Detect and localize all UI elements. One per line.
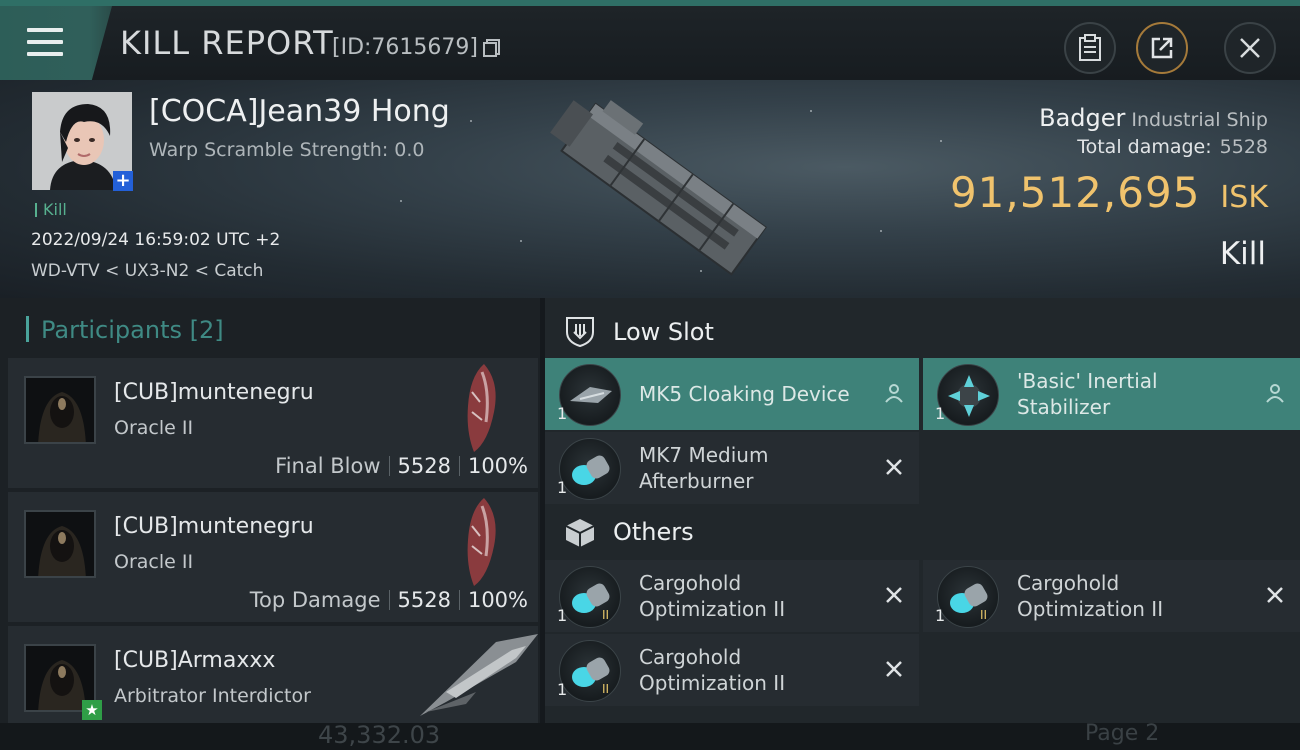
clipboard-icon (1079, 34, 1101, 61)
module-name: Cargohold Optimization II (639, 645, 786, 695)
participants-header: Participants [2] (26, 316, 224, 344)
participant-row[interactable]: ★ [CUB]Armaxxx Arbitrator Interdictor (8, 626, 538, 723)
participant-percent: 100% (467, 454, 528, 478)
svg-text:II: II (980, 608, 987, 622)
isk-value: 91,512,695 (949, 168, 1201, 217)
kill-location: WD-VTV < UX3-N2 < Catch (31, 261, 264, 281)
copy-icon[interactable] (482, 38, 502, 58)
total-damage: Total damage: 5528 (1077, 136, 1268, 158)
participant-ship-image (467, 498, 496, 586)
background-page: Page 2 (1085, 721, 1160, 746)
cargo-box-icon (565, 519, 595, 547)
kill-datetime: 2022/09/24 16:59:02 UTC +2 (31, 230, 281, 250)
module-quantity: 1 (557, 606, 568, 625)
share-button[interactable] (1136, 22, 1188, 74)
participant-role: Top Damage (249, 588, 381, 612)
victim-name[interactable]: [COCA]Jean39 Hong (149, 94, 450, 129)
module-quantity: 1 (557, 478, 568, 497)
title-bar: KILL REPORT [ID:7615679] (0, 0, 1300, 80)
afterburner-icon (559, 438, 621, 500)
participant-stats: Final Blow 5528 100% (275, 454, 528, 478)
background-list-strip: 43,332.03 Page 2 (0, 721, 1300, 750)
share-icon (1151, 37, 1173, 59)
star-badge-icon: ★ (82, 700, 102, 720)
person-icon (1266, 384, 1284, 403)
module-quantity: 1 (935, 404, 946, 423)
close-button[interactable] (1224, 22, 1276, 74)
victim-ship-class: Industrial Ship (1131, 109, 1268, 131)
participant-damage: 5528 (397, 588, 451, 612)
cargohold-optimization-icon: II (559, 566, 621, 628)
low-slot-icon (566, 317, 594, 348)
destroyed-icon (886, 459, 902, 475)
participant-name: [CUB]Armaxxx (114, 648, 276, 673)
participants-panel: Participants [2] [CUB]muntenegru Oracle … (0, 298, 540, 723)
fitting-panel: Low Slot 1 MK5 Cloaking Device 1 'Basic'… (545, 298, 1300, 723)
close-icon (1240, 38, 1260, 58)
inertial-stabilizer-icon (937, 364, 999, 426)
isk-unit: ISK (1220, 180, 1268, 215)
module-slot[interactable]: II 1 Cargohold Optimization II (545, 634, 919, 706)
warp-scramble-strength: Warp Scramble Strength: 0.0 (149, 139, 425, 161)
victim-ship-name[interactable]: Badger (1039, 104, 1125, 132)
participant-avatar (24, 510, 96, 578)
module-name: MK5 Cloaking Device (639, 382, 850, 406)
victim-banner: + [COCA]Jean39 Hong Warp Scramble Streng… (0, 80, 1300, 298)
destroyed-icon (1267, 587, 1283, 603)
participant-row[interactable]: [CUB]muntenegru Oracle II Top Damage 5528… (8, 492, 538, 622)
svg-text:II: II (602, 682, 609, 696)
participant-ship: Oracle II (114, 551, 194, 573)
participant-ship: Oracle II (114, 417, 194, 439)
module-quantity: 1 (557, 680, 568, 699)
participant-ship-image (420, 634, 538, 716)
module-slot[interactable]: II 1 Cargohold Optimization II (545, 560, 919, 632)
svg-text:II: II (602, 608, 609, 622)
person-icon (885, 384, 903, 403)
cloaking-device-icon (559, 364, 621, 426)
menu-button[interactable] (0, 6, 112, 80)
participant-percent: 100% (467, 588, 528, 612)
participant-avatar (24, 376, 96, 444)
module-slot[interactable]: 1 MK7 Medium Afterburner (545, 432, 919, 504)
page-title: KILL REPORT (120, 24, 334, 62)
victim-ship-image (550, 100, 767, 276)
destroyed-icon (886, 661, 902, 677)
participant-name: [CUB]muntenegru (114, 380, 314, 405)
kill-result: Kill (1219, 236, 1266, 272)
module-name: Cargohold Optimization II (639, 571, 786, 621)
module-quantity: 1 (557, 404, 568, 423)
participant-stats: Top Damage 5528 100% (250, 588, 528, 612)
victim-ship-line: Badger Industrial Ship (1039, 104, 1268, 132)
isk-value-line: 91,512,695 ISK (950, 168, 1268, 217)
participant-role: Final Blow (275, 454, 381, 478)
total-damage-value: 5528 (1219, 136, 1268, 158)
module-name: Cargohold Optimization II (1017, 571, 1164, 621)
kill-tag: Kill (35, 200, 67, 219)
module-quantity: 1 (935, 606, 946, 625)
module-name: MK7 Medium Afterburner (639, 443, 769, 493)
report-details-button[interactable] (1064, 22, 1116, 74)
module-name: 'Basic' Inertial Stabilizer (1017, 369, 1158, 419)
plus-badge-icon: + (113, 171, 133, 191)
participant-damage: 5528 (397, 454, 451, 478)
participant-row[interactable]: [CUB]muntenegru Oracle II Final Blow 5528… (8, 358, 538, 488)
module-slot[interactable]: II 1 Cargohold Optimization II (923, 560, 1300, 632)
module-slot[interactable]: 1 MK5 Cloaking Device (545, 358, 919, 430)
background-value: 43,332.03 (318, 721, 441, 749)
hamburger-icon (27, 28, 63, 64)
low-slot-title: Low Slot (613, 318, 714, 346)
cargohold-optimization-icon: II (559, 640, 621, 702)
others-title: Others (613, 518, 694, 546)
total-damage-label: Total damage: (1077, 136, 1212, 158)
participant-name: [CUB]muntenegru (114, 514, 314, 539)
kill-id: [ID:7615679] (332, 35, 478, 60)
participant-ship-image (467, 364, 496, 452)
module-slot[interactable]: 1 'Basic' Inertial Stabilizer (923, 358, 1300, 430)
destroyed-icon (886, 587, 902, 603)
cargohold-optimization-icon: II (937, 566, 999, 628)
participant-ship: Arbitrator Interdictor (114, 685, 311, 707)
